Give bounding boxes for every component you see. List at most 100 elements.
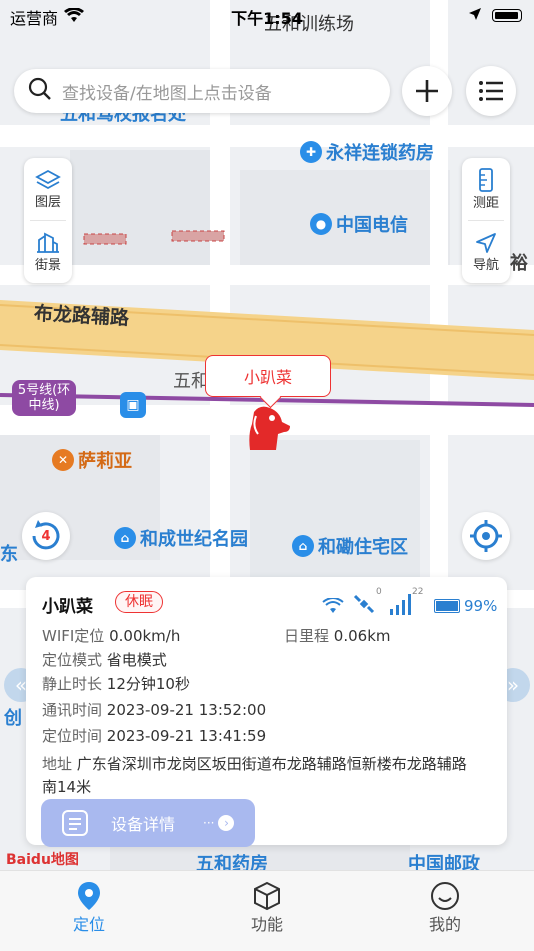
measure-button[interactable]: 测距: [462, 158, 510, 220]
restaurant-icon: ✕: [52, 449, 74, 471]
metro-line-badge: 5号线(环中线): [12, 380, 76, 416]
comm-time-value: 2023-09-21 13:52:00: [106, 701, 267, 719]
device-name: 小趴菜: [42, 597, 93, 617]
wifi-speed-label: WIFI定位: [42, 627, 105, 645]
satellite-indicator: 0: [352, 587, 382, 619]
bottom-nav: 定位 功能 我的: [0, 870, 534, 951]
map-label-post-office: 中国邮政: [408, 854, 480, 870]
navigate-label: 导航: [472, 257, 499, 273]
battery-icon: [492, 9, 522, 22]
address-line1: 广东省深圳市龙岗区坂田街道布龙路辅路恒新楼布龙路辅路: [76, 755, 467, 773]
refresh-button[interactable]: 4: [22, 512, 70, 560]
satellite-icon: [353, 594, 375, 614]
poi-community2[interactable]: ⌂ 和磡住宅区: [292, 533, 408, 559]
right-tool-panel: 测距 导航: [462, 158, 510, 283]
left-tool-panel: 图层 街景: [24, 158, 72, 283]
telecom-icon: ●: [310, 213, 332, 235]
building-icon: [37, 232, 59, 253]
refresh-counter: 4: [41, 528, 51, 544]
nav-profile-label: 我的: [428, 915, 461, 934]
address-line2: 南14米: [42, 778, 92, 796]
device-battery-icon: [434, 599, 460, 613]
device-marker-label[interactable]: 小趴菜: [205, 355, 331, 397]
ruler-icon: [479, 167, 493, 192]
daily-mileage-label: 日里程: [284, 627, 330, 645]
wifi-speed-value: 0.00km/h: [109, 627, 181, 645]
crosshair-icon: [470, 520, 502, 552]
dots-icon: ···: [203, 816, 215, 830]
pharmacy-icon: ✚: [300, 141, 322, 163]
loc-label: 定位时间: [42, 727, 103, 745]
daily-mileage-row: 日里程 0.06km: [284, 625, 391, 646]
search-input[interactable]: 查找设备/在地图上点击设备: [62, 79, 272, 104]
measure-label: 测距: [472, 195, 499, 211]
location-pin-icon: [78, 882, 100, 910]
map-label-station: 五和: [173, 371, 209, 392]
satellite-count: 0: [376, 587, 382, 597]
navigate-button[interactable]: 导航: [462, 221, 510, 283]
still-duration-row: 静止时长 12分钟10秒: [42, 673, 190, 694]
dog-marker-icon[interactable]: [246, 404, 292, 454]
map-label-left-edge2: 东: [0, 544, 18, 565]
poi-community1[interactable]: ⌂ 和成世纪名园: [114, 525, 248, 551]
add-device-button[interactable]: [402, 66, 452, 116]
device-details-label: 设备详情: [111, 815, 176, 834]
loc-time-row: 定位时间 2023-09-21 13:41:59: [42, 725, 266, 746]
device-info-card: 小趴菜 休眠 0 22 99% WIFI定位 0.00km/h 日里程 0.06…: [26, 577, 507, 847]
cube-icon: [254, 881, 280, 911]
battery-indicator: 99%: [434, 597, 497, 615]
street-view-button[interactable]: 街景: [24, 221, 72, 283]
map-logo: Baidu地图: [6, 852, 79, 868]
map-label-right-edge: 裕: [510, 253, 528, 274]
signal-strength: 22: [412, 587, 424, 597]
list-icon: [479, 81, 503, 101]
navigation-arrow-icon: [476, 232, 496, 253]
poi-telecom[interactable]: ● 中国电信: [310, 211, 408, 237]
device-list-button[interactable]: [466, 66, 516, 116]
still-value: 12分钟10秒: [106, 675, 190, 693]
comm-time-row: 通讯时间 2023-09-21 13:52:00: [42, 699, 266, 720]
nav-features-label: 功能: [250, 915, 283, 934]
map-label-bottom-pharmacy: 五和药房: [196, 854, 268, 870]
locate-me-button[interactable]: [462, 512, 510, 560]
map-label-left-edge1: 创: [4, 708, 22, 729]
daily-mileage-value: 0.06km: [333, 627, 391, 645]
nav-features[interactable]: 功能: [222, 881, 312, 935]
wifi-speed-row: WIFI定位 0.00km/h: [42, 625, 180, 646]
bus-station-icon[interactable]: ▣: [120, 392, 146, 418]
smiley-icon: [431, 882, 459, 910]
search-icon: [28, 77, 52, 105]
document-icon: [62, 810, 88, 836]
poi-pharmacy[interactable]: ✚ 永祥连锁药房: [300, 139, 434, 165]
device-details-button[interactable]: 设备详情 ··· ›: [41, 799, 255, 847]
signal-bars-icon: [390, 594, 411, 615]
still-label: 静止时长: [42, 675, 103, 693]
layers-label: 图层: [34, 194, 61, 210]
address-row: 地址 广东省深圳市龙岗区坂田街道布龙路辅路恒新楼布龙路辅路: [42, 753, 467, 774]
wifi-signal-icon: [322, 598, 344, 613]
layers-button[interactable]: 图层: [24, 158, 72, 220]
nav-profile[interactable]: 我的: [400, 881, 490, 935]
battery-percent: 99%: [464, 597, 498, 615]
map-label-road: 布龙路辅路: [33, 302, 130, 330]
chevron-right-icon: ›: [218, 815, 235, 831]
nav-location-label: 定位: [72, 915, 105, 934]
community-icon: ⌂: [114, 527, 136, 549]
loc-time-value: 2023-09-21 13:41:59: [106, 727, 267, 745]
nav-location[interactable]: 定位: [44, 881, 134, 935]
plus-icon: [416, 80, 438, 102]
community-icon: ⌂: [292, 535, 314, 557]
mode-row: 定位模式 省电模式: [42, 649, 167, 670]
poi-restaurant[interactable]: ✕ 萨莉亚: [52, 447, 132, 473]
mode-label: 定位模式: [42, 651, 103, 669]
status-bar: 运营商 下午1:54: [0, 0, 534, 30]
search-bar[interactable]: 查找设备/在地图上点击设备: [14, 69, 390, 113]
mode-value: 省电模式: [106, 651, 167, 669]
status-time: 下午1:54: [231, 9, 303, 28]
cell-signal-indicator: 22: [390, 587, 423, 619]
address-label: 地址: [42, 755, 73, 773]
comm-label: 通讯时间: [42, 701, 103, 719]
location-arrow-icon: [468, 6, 482, 25]
street-view-label: 街景: [34, 257, 61, 273]
layers-icon: [35, 169, 61, 189]
